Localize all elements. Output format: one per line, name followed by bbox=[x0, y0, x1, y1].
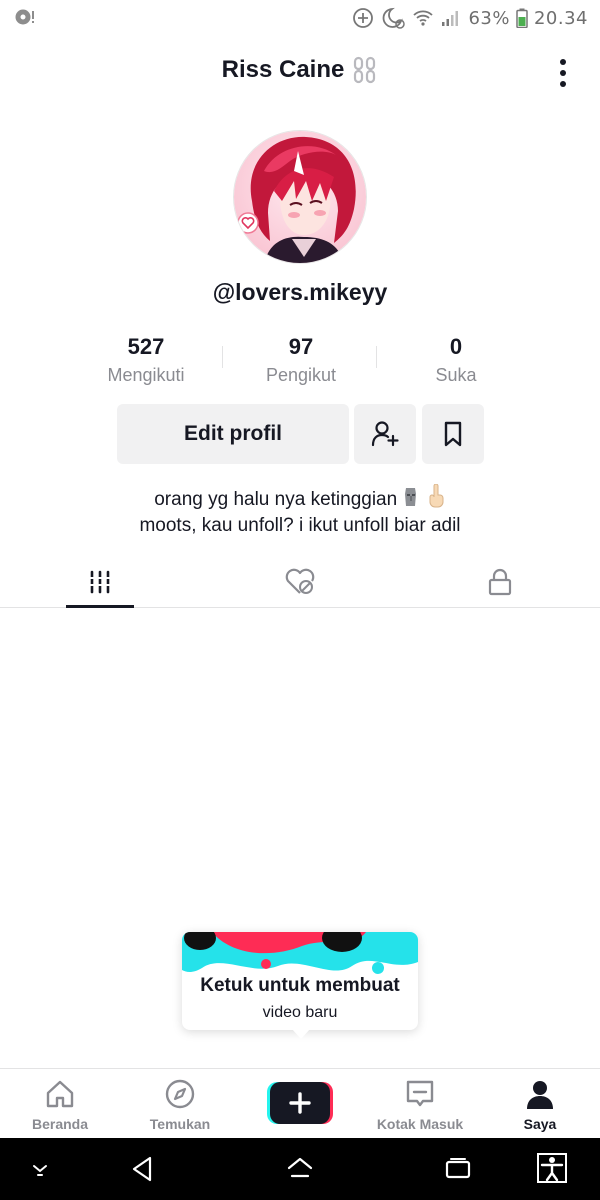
tooltip-subtitle: video baru bbox=[262, 1004, 338, 1021]
moon-alarm-icon bbox=[383, 7, 406, 29]
tab-private-videos[interactable] bbox=[466, 556, 534, 608]
bio: orang yg halu nya ketinggian moots, kau … bbox=[0, 484, 600, 539]
profile-header: Riss Caine bbox=[0, 48, 600, 94]
likes-count: 0 bbox=[449, 334, 463, 359]
edit-profile-button[interactable]: Edit profil bbox=[117, 404, 349, 464]
bookmark-icon bbox=[444, 421, 462, 447]
likes-stat[interactable]: 0 Suka bbox=[378, 334, 534, 386]
bio-line-1: orang yg halu nya ketinggian bbox=[0, 484, 600, 513]
profile-screen: 63% 20.34 Riss Caine @lovers.mikeyy 527 … bbox=[0, 0, 600, 1200]
pointing-up-emoji-icon bbox=[429, 484, 444, 508]
grid-icon bbox=[90, 570, 110, 594]
create-video-tooltip[interactable]: Ketuk untuk membuat video baru bbox=[182, 932, 418, 1039]
likes-label: Suka bbox=[435, 365, 477, 385]
system-navigation-bar bbox=[0, 1138, 600, 1200]
tooltip-title: Ketuk untuk membuat bbox=[200, 975, 400, 996]
home-icon bbox=[46, 1080, 74, 1108]
profile-icon bbox=[527, 1081, 553, 1109]
heart-hidden-icon bbox=[285, 568, 315, 594]
avatar[interactable] bbox=[233, 130, 367, 264]
signal-icon bbox=[442, 11, 459, 26]
tooltip-arrow bbox=[292, 1029, 310, 1039]
following-label: Mengikuti bbox=[107, 365, 185, 385]
notification-icon bbox=[15, 9, 34, 25]
bio-line-1-text: orang yg halu nya ketinggian bbox=[154, 489, 398, 510]
recent-apps-icon[interactable] bbox=[444, 1156, 472, 1182]
home-button-icon[interactable] bbox=[286, 1156, 314, 1182]
nav-home-label: Beranda bbox=[31, 1116, 89, 1132]
nav-discover[interactable]: Temukan bbox=[120, 1069, 240, 1139]
nav-home[interactable]: Beranda bbox=[0, 1069, 120, 1139]
create-video-button[interactable] bbox=[267, 1082, 333, 1124]
compass-icon bbox=[165, 1079, 195, 1109]
wifi-icon bbox=[413, 10, 434, 26]
page-title: Riss Caine bbox=[221, 56, 345, 83]
nav-profile[interactable]: Saya bbox=[480, 1069, 600, 1139]
more-options-icon[interactable] bbox=[556, 56, 570, 90]
followers-count: 97 bbox=[288, 334, 314, 359]
status-icons: 63% 20.34 bbox=[352, 5, 588, 31]
tab-videos[interactable] bbox=[66, 556, 134, 608]
status-bar: 63% 20.34 bbox=[0, 0, 600, 36]
nav-inbox-label: Kotak Masuk bbox=[376, 1116, 464, 1132]
profile-stats: 527 Mengikuti 97 Pengikut 0 Suka bbox=[66, 334, 534, 386]
add-user-icon bbox=[371, 421, 399, 447]
username: @lovers.mikeyy bbox=[212, 279, 388, 305]
nav-inbox[interactable]: Kotak Masuk bbox=[360, 1069, 480, 1139]
accessibility-icon[interactable] bbox=[536, 1152, 568, 1184]
moai-emoji-icon bbox=[405, 488, 417, 506]
following-stat[interactable]: 527 Mengikuti bbox=[68, 334, 224, 386]
bottom-navigation: Beranda Temukan Kotak Masuk Saya bbox=[0, 1068, 600, 1138]
add-friend-button[interactable] bbox=[354, 404, 416, 464]
battery-percent: 63% bbox=[468, 7, 510, 29]
favorites-button[interactable] bbox=[422, 404, 484, 464]
clock: 20.34 bbox=[533, 7, 588, 29]
account-switcher[interactable]: Riss Caine bbox=[0, 56, 600, 84]
lock-icon bbox=[488, 568, 512, 596]
hide-nav-icon[interactable] bbox=[30, 1160, 50, 1178]
tab-liked-videos[interactable] bbox=[266, 556, 334, 608]
nav-discover-label: Temukan bbox=[149, 1116, 211, 1132]
content-tabs bbox=[0, 556, 600, 608]
following-count: 527 bbox=[127, 334, 165, 359]
data-saver-icon bbox=[353, 8, 374, 28]
followers-stat[interactable]: 97 Pengikut bbox=[223, 334, 379, 386]
followers-label: Pengikut bbox=[265, 365, 337, 385]
battery-icon bbox=[516, 8, 528, 28]
nav-profile-label: Saya bbox=[523, 1116, 557, 1132]
chain-link-icon bbox=[354, 56, 376, 84]
active-tab-indicator bbox=[66, 605, 134, 608]
inbox-icon bbox=[406, 1080, 434, 1107]
back-icon[interactable] bbox=[130, 1156, 154, 1182]
stat-divider bbox=[376, 346, 377, 368]
bio-line-2: moots, kau unfoll? i ikut unfoll biar ad… bbox=[139, 515, 461, 536]
